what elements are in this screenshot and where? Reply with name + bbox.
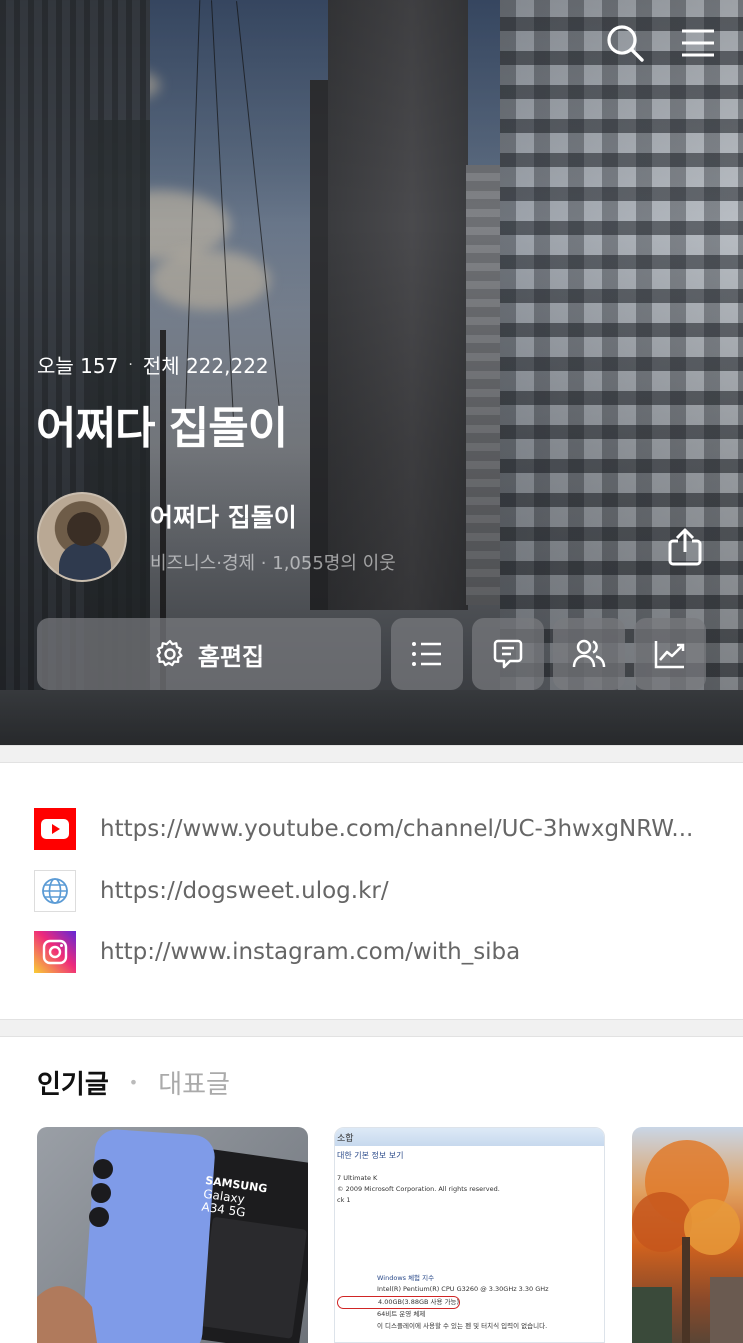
- edit-home-button[interactable]: 홈편집: [37, 618, 381, 690]
- list-icon: [412, 642, 441, 666]
- tab-featured[interactable]: 대표글: [158, 1064, 230, 1101]
- comment-icon: [493, 639, 523, 669]
- globe-icon: [34, 870, 76, 912]
- blog-cover: 오늘 157 · 전체 222,222 어쩌다 집돌이 어쩌다 집돌이 비즈니스…: [0, 0, 743, 745]
- neighbors-icon: [572, 639, 606, 668]
- guestbook-button[interactable]: [472, 618, 544, 690]
- neighbors-button[interactable]: [553, 618, 625, 690]
- gear-icon: [156, 639, 183, 667]
- blog-title: 어쩌다 집돌이: [36, 403, 288, 454]
- visitor-stats: 오늘 157 · 전체 222,222: [37, 350, 269, 379]
- stats-icon: [654, 641, 685, 669]
- share-icon[interactable]: [663, 525, 707, 569]
- edit-home-label: 홈편집: [197, 642, 265, 671]
- instagram-link[interactable]: http://www.instagram.com/with_siba: [34, 931, 714, 973]
- avatar[interactable]: [37, 492, 127, 582]
- phone-photo: [37, 1129, 308, 1343]
- post-tabs: 인기글 • 대표글: [37, 1064, 230, 1101]
- section-divider: [0, 745, 743, 763]
- post-thumbnail[interactable]: 소합 대한 기본 정보 보기 7 Ultimate K © 2009 Micro…: [334, 1127, 605, 1343]
- section-divider: [0, 1019, 743, 1037]
- today-count: 오늘 157: [37, 354, 119, 378]
- separator: ·: [128, 356, 133, 373]
- phone-box-label: SAMSUNG Galaxy A34 5G: [200, 1173, 269, 1221]
- post-list-button[interactable]: [391, 618, 463, 690]
- youtube-icon: [34, 808, 76, 850]
- autumn-tree-photo: [632, 1140, 743, 1343]
- hamburger-menu-icon[interactable]: [677, 22, 719, 64]
- total-count: 전체 222,222: [142, 354, 269, 378]
- website-url[interactable]: https://dogsweet.ulog.kr/: [100, 878, 389, 904]
- tab-separator: •: [128, 1073, 139, 1092]
- post-thumbnail[interactable]: [632, 1127, 743, 1343]
- tab-popular[interactable]: 인기글: [37, 1064, 109, 1101]
- statistics-button[interactable]: [634, 618, 706, 690]
- youtube-link[interactable]: https://www.youtube.com/channel/UC-3hwxg…: [34, 808, 714, 850]
- website-link[interactable]: https://dogsweet.ulog.kr/: [34, 870, 714, 912]
- instagram-url[interactable]: http://www.instagram.com/with_siba: [100, 939, 520, 965]
- blog-meta: 비즈니스·경제 · 1,055명의 이웃: [150, 553, 396, 574]
- instagram-icon: [34, 931, 76, 973]
- nickname[interactable]: 어쩌다 집돌이: [150, 498, 297, 534]
- post-thumbnail[interactable]: SAMSUNG Galaxy A34 5G: [37, 1127, 308, 1343]
- youtube-url[interactable]: https://www.youtube.com/channel/UC-3hwxg…: [100, 816, 693, 842]
- search-icon[interactable]: [604, 22, 646, 64]
